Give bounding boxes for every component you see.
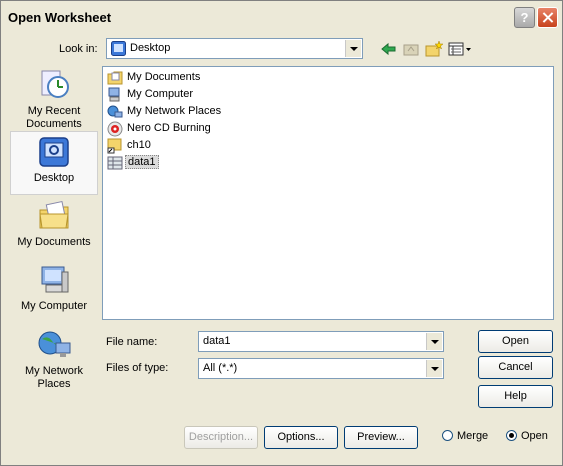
network-icon: [107, 104, 123, 120]
chevron-down-icon[interactable]: [426, 360, 442, 377]
file-name: data1: [125, 155, 159, 169]
look-in-dropdown[interactable]: Desktop: [106, 38, 363, 59]
window-title: Open Worksheet: [8, 10, 112, 25]
place-label: My Recent Documents: [26, 105, 82, 130]
look-in-label: Look in:: [59, 43, 98, 55]
file-name: My Documents: [127, 71, 201, 83]
place-recent-documents[interactable]: My Recent Documents: [10, 69, 98, 131]
desktop-small-icon: [111, 41, 126, 56]
places-bar: My Recent Documents Desktop My Documents…: [10, 65, 98, 395]
file-name-field[interactable]: data1: [198, 331, 444, 352]
my-documents-icon: [36, 200, 72, 232]
preview-button[interactable]: Preview...: [344, 426, 418, 449]
place-my-computer[interactable]: My Computer: [10, 264, 98, 313]
look-in-value: Desktop: [130, 42, 171, 54]
file-type-dropdown[interactable]: All (*.*): [198, 358, 444, 379]
up-folder-icon[interactable]: [401, 39, 421, 59]
shortcut-icon: [107, 138, 123, 154]
back-icon[interactable]: [379, 39, 399, 59]
place-label: My Documents: [17, 236, 91, 248]
network-places-icon: [36, 329, 72, 361]
place-desktop[interactable]: Desktop: [10, 131, 98, 195]
place-label: My Computer: [20, 300, 88, 312]
file-type-label-text: Files of type:: [106, 362, 169, 374]
file-list[interactable]: My Documents My Computer My Network Plac…: [102, 66, 554, 320]
file-name: ch10: [127, 139, 151, 151]
merge-radio-label: Merge: [457, 430, 489, 442]
place-my-documents[interactable]: My Documents: [10, 200, 98, 249]
close-button[interactable]: [537, 7, 558, 28]
desktop-icon: [36, 136, 72, 168]
title-bar: Open Worksheet ?: [1, 1, 562, 34]
file-name: My Network Places: [127, 105, 222, 117]
chevron-down-icon[interactable]: [345, 40, 361, 57]
worksheet-icon: [107, 155, 123, 171]
chevron-down-icon[interactable]: [426, 333, 442, 350]
open-button[interactable]: Open: [478, 330, 553, 353]
file-name-value: data1: [203, 335, 231, 347]
file-type-value: All (*.*): [203, 362, 238, 374]
file-type-label: Files of type:: [106, 362, 168, 374]
my-computer-icon: [36, 264, 72, 296]
place-label: My Network Places: [24, 365, 84, 390]
help-button[interactable]: Help: [478, 385, 553, 408]
recent-documents-icon: [36, 69, 72, 101]
computer-icon: [107, 87, 123, 103]
description-button: Description...: [184, 426, 258, 449]
new-folder-icon[interactable]: [424, 39, 444, 59]
options-button[interactable]: Options...: [264, 426, 338, 449]
cd-burn-icon: [107, 121, 123, 137]
folder-docs-icon: [107, 70, 123, 86]
cancel-button[interactable]: Cancel: [478, 356, 553, 379]
place-label: Desktop: [33, 172, 75, 184]
open-worksheet-dialog: Open Worksheet ? Look in: Desktop My Rec…: [0, 0, 563, 466]
file-name: My Computer: [127, 88, 194, 100]
help-title-button[interactable]: ?: [514, 7, 535, 28]
views-menu-icon[interactable]: [447, 39, 473, 59]
file-name-label-text: File name:: [106, 336, 158, 348]
merge-radio[interactable]: [442, 430, 453, 441]
open-radio[interactable]: [506, 430, 517, 441]
file-name-label: File name:: [106, 336, 157, 348]
place-network-places[interactable]: My Network Places: [10, 329, 98, 391]
file-name: Nero CD Burning: [127, 122, 211, 134]
open-radio-label: Open: [521, 430, 548, 442]
